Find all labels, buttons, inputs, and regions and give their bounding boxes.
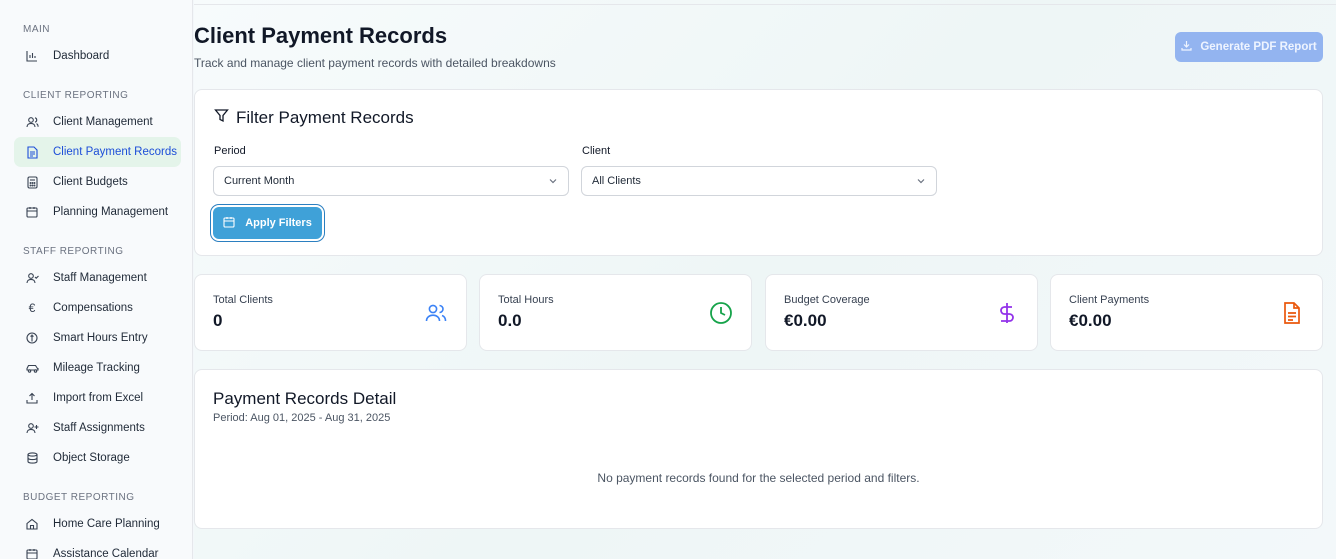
file-icon <box>1280 301 1304 325</box>
top-divider <box>194 4 1336 5</box>
stat-label: Total Clients <box>213 294 273 306</box>
sidebar-section-staff-reporting: STAFF REPORTING <box>23 246 124 257</box>
sidebar-item-label: Client Payment Records <box>53 146 177 158</box>
apply-filters-button[interactable]: Apply Filters <box>213 207 322 239</box>
sidebar-item-staff-management[interactable]: Staff Management <box>14 263 181 293</box>
stat-value: €0.00 <box>1069 311 1112 330</box>
page-subtitle: Track and manage client payment records … <box>194 56 556 70</box>
sidebar-item-label: Dashboard <box>53 50 110 62</box>
sidebar-item-label: Import from Excel <box>53 392 144 404</box>
generate-pdf-label: Generate PDF Report <box>1200 41 1317 53</box>
sidebar-item-assistance-calendar[interactable]: Assistance Calendar <box>14 539 181 559</box>
period-select-value: Current Month <box>224 175 295 187</box>
main-content: Client Payment Records Track and manage … <box>194 0 1336 559</box>
period-select[interactable]: Current Month <box>213 166 569 196</box>
filter-card: Filter Payment Records Period Current Mo… <box>194 89 1323 256</box>
upload-icon <box>25 391 39 405</box>
clock-icon <box>709 301 733 325</box>
sidebar-item-client-payment-records[interactable]: Client Payment Records <box>14 137 181 167</box>
user-check-icon <box>25 271 39 285</box>
calendar-icon <box>223 216 235 231</box>
sidebar-section-main: MAIN <box>23 24 50 35</box>
sidebar-item-home-care-planning[interactable]: Home Care Planning <box>14 509 181 539</box>
sidebar-item-label: Assistance Calendar <box>53 548 159 559</box>
client-label: Client <box>582 145 611 157</box>
sidebar-item-mileage-tracking[interactable]: Mileage Tracking <box>14 353 181 383</box>
sidebar-item-label: Object Storage <box>53 452 130 464</box>
sidebar: MAIN Dashboard CLIENT REPORTING Client M… <box>0 0 193 559</box>
chevron-down-icon <box>916 176 926 189</box>
stat-value: 0.0 <box>498 311 522 330</box>
sidebar-item-label: Mileage Tracking <box>53 362 140 374</box>
sidebar-item-client-management[interactable]: Client Management <box>14 107 181 137</box>
sidebar-item-label: Staff Assignments <box>53 422 145 434</box>
timer-icon <box>25 331 39 345</box>
users-icon <box>25 115 39 129</box>
sidebar-item-compensations[interactable]: € Compensations <box>14 293 181 323</box>
client-select[interactable]: All Clients <box>581 166 937 196</box>
detail-period: Period: Aug 01, 2025 - Aug 31, 2025 <box>213 412 391 424</box>
sidebar-item-planning-management[interactable]: Planning Management <box>14 197 181 227</box>
user-plus-icon <box>25 421 39 435</box>
car-icon <box>25 361 39 375</box>
sidebar-item-label: Client Budgets <box>53 176 128 188</box>
sidebar-item-client-budgets[interactable]: Client Budgets <box>14 167 181 197</box>
sidebar-item-staff-assignments[interactable]: Staff Assignments <box>14 413 181 443</box>
stat-value: €0.00 <box>784 311 827 330</box>
database-icon <box>25 451 39 465</box>
empty-state-message: No payment records found for the selecte… <box>597 471 920 485</box>
sidebar-section-budget-reporting: BUDGET REPORTING <box>23 492 135 503</box>
stat-label: Client Payments <box>1069 294 1150 306</box>
calendar-icon <box>25 547 39 559</box>
detail-title: Payment Records Detail <box>213 389 397 408</box>
sidebar-item-label: Planning Management <box>53 206 169 218</box>
calendar-icon <box>25 205 39 219</box>
payment-records-detail-card: Payment Records Detail Period: Aug 01, 2… <box>194 369 1323 529</box>
filter-title: Filter Payment Records <box>214 108 414 128</box>
users-icon <box>424 301 448 325</box>
euro-icon: € <box>28 301 36 315</box>
stat-label: Budget Coverage <box>784 294 870 306</box>
stat-value: 0 <box>213 311 223 330</box>
page-title: Client Payment Records <box>194 23 448 48</box>
sidebar-item-import-from-excel[interactable]: Import from Excel <box>14 383 181 413</box>
chevron-down-icon <box>548 176 558 189</box>
dollar-icon <box>995 301 1019 325</box>
sidebar-item-label: Client Management <box>53 116 153 128</box>
filter-icon <box>214 108 229 128</box>
calculator-icon <box>25 175 39 189</box>
sidebar-item-smart-hours-entry[interactable]: Smart Hours Entry <box>14 323 181 353</box>
download-icon <box>1181 40 1192 54</box>
stat-label: Total Hours <box>498 294 554 306</box>
sidebar-item-label: Smart Hours Entry <box>53 332 148 344</box>
client-select-value: All Clients <box>592 175 641 187</box>
home-icon <box>25 517 39 531</box>
bar-chart-icon <box>25 49 39 63</box>
period-label: Period <box>214 145 246 157</box>
sidebar-item-label: Compensations <box>53 302 133 314</box>
generate-pdf-button[interactable]: Generate PDF Report <box>1175 32 1323 62</box>
stat-card-budget-coverage: Budget Coverage €0.00 <box>765 274 1038 351</box>
sidebar-item-dashboard[interactable]: Dashboard <box>14 41 181 71</box>
stat-card-total-hours: Total Hours 0.0 <box>479 274 752 351</box>
sidebar-item-label: Staff Management <box>53 272 147 284</box>
apply-filters-label: Apply Filters <box>245 217 312 229</box>
sidebar-section-client-reporting: CLIENT REPORTING <box>23 90 129 101</box>
document-icon <box>25 145 39 159</box>
sidebar-item-object-storage[interactable]: Object Storage <box>14 443 181 473</box>
filter-title-text: Filter Payment Records <box>236 108 414 127</box>
stat-card-client-payments: Client Payments €0.00 <box>1050 274 1323 351</box>
sidebar-item-label: Home Care Planning <box>53 518 160 530</box>
stat-card-total-clients: Total Clients 0 <box>194 274 467 351</box>
